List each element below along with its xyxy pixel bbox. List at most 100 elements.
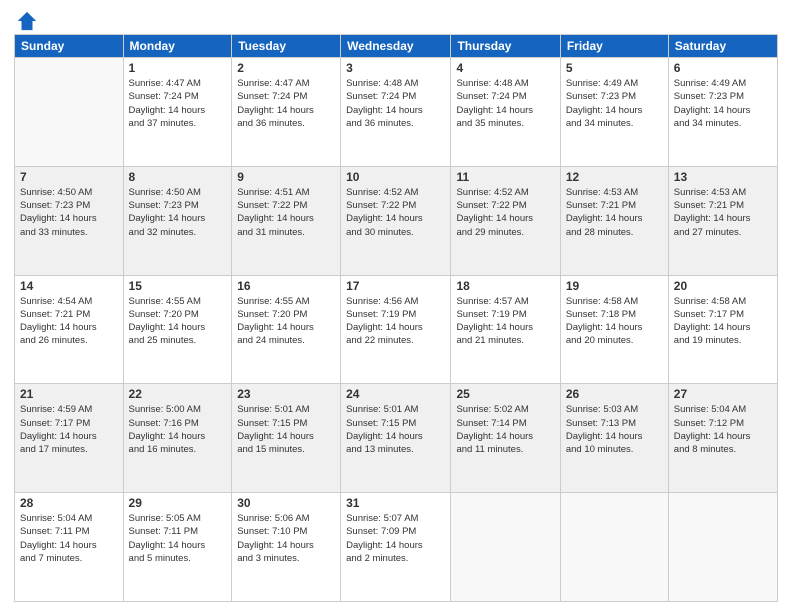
- day-number: 8: [129, 170, 227, 184]
- day-number: 4: [456, 61, 554, 75]
- calendar-cell: 14 Sunrise: 4:54 AM Sunset: 7:21 PM Dayli…: [15, 275, 124, 384]
- weekday-header-sunday: Sunday: [15, 35, 124, 58]
- day-number: 1: [129, 61, 227, 75]
- cell-info-text: Sunrise: 4:53 AM Sunset: 7:21 PM Dayligh…: [566, 186, 663, 239]
- cell-info-text: Sunrise: 4:58 AM Sunset: 7:18 PM Dayligh…: [566, 295, 663, 348]
- cell-info-text: Sunrise: 4:49 AM Sunset: 7:23 PM Dayligh…: [674, 77, 772, 130]
- calendar-cell: 30 Sunrise: 5:06 AM Sunset: 7:10 PM Dayli…: [232, 493, 341, 602]
- calendar-cell: 31 Sunrise: 5:07 AM Sunset: 7:09 PM Dayli…: [341, 493, 451, 602]
- day-number: 11: [456, 170, 554, 184]
- cell-info-text: Sunrise: 4:59 AM Sunset: 7:17 PM Dayligh…: [20, 403, 118, 456]
- cell-info-text: Sunrise: 4:52 AM Sunset: 7:22 PM Dayligh…: [346, 186, 445, 239]
- calendar-cell: 16 Sunrise: 4:55 AM Sunset: 7:20 PM Dayli…: [232, 275, 341, 384]
- cell-info-text: Sunrise: 4:55 AM Sunset: 7:20 PM Dayligh…: [237, 295, 335, 348]
- cell-info-text: Sunrise: 4:47 AM Sunset: 7:24 PM Dayligh…: [237, 77, 335, 130]
- day-number: 25: [456, 387, 554, 401]
- calendar-cell: 17Sunrise: 4:56 AM Sunset: 7:19 PM Dayli…: [341, 275, 451, 384]
- day-number: 20: [674, 279, 772, 293]
- cell-info-text: Sunrise: 5:00 AM Sunset: 7:16 PM Dayligh…: [129, 403, 227, 456]
- day-number: 15: [129, 279, 227, 293]
- calendar-row-1: 7 Sunrise: 4:50 AM Sunset: 7:23 PM Daylig…: [15, 166, 778, 275]
- day-number: 30: [237, 496, 335, 510]
- day-number: 12: [566, 170, 663, 184]
- day-number: 13: [674, 170, 772, 184]
- weekday-header-tuesday: Tuesday: [232, 35, 341, 58]
- day-number: 17: [346, 279, 445, 293]
- calendar-cell: 2Sunrise: 4:47 AM Sunset: 7:24 PM Daylig…: [232, 58, 341, 167]
- cell-info-text: Sunrise: 4:58 AM Sunset: 7:17 PM Dayligh…: [674, 295, 772, 348]
- calendar-cell: 18 Sunrise: 4:57 AM Sunset: 7:19 PM Dayli…: [451, 275, 560, 384]
- calendar-cell: 10 Sunrise: 4:52 AM Sunset: 7:22 PM Dayli…: [341, 166, 451, 275]
- calendar-cell: 7 Sunrise: 4:50 AM Sunset: 7:23 PM Daylig…: [15, 166, 124, 275]
- day-number: 18: [456, 279, 554, 293]
- calendar-cell: 8Sunrise: 4:50 AM Sunset: 7:23 PM Daylig…: [123, 166, 232, 275]
- cell-info-text: Sunrise: 5:03 AM Sunset: 7:13 PM Dayligh…: [566, 403, 663, 456]
- calendar-cell: 5Sunrise: 4:49 AM Sunset: 7:23 PM Daylig…: [560, 58, 668, 167]
- calendar-cell: 24 Sunrise: 5:01 AM Sunset: 7:15 PM Dayli…: [341, 384, 451, 493]
- day-number: 24: [346, 387, 445, 401]
- calendar-cell: 9 Sunrise: 4:51 AM Sunset: 7:22 PM Daylig…: [232, 166, 341, 275]
- cell-info-text: Sunrise: 4:54 AM Sunset: 7:21 PM Dayligh…: [20, 295, 118, 348]
- cell-info-text: Sunrise: 4:51 AM Sunset: 7:22 PM Dayligh…: [237, 186, 335, 239]
- cell-info-text: Sunrise: 5:07 AM Sunset: 7:09 PM Dayligh…: [346, 512, 445, 565]
- calendar-table: SundayMondayTuesdayWednesdayThursdayFrid…: [14, 34, 778, 602]
- day-number: 14: [20, 279, 118, 293]
- calendar-row-2: 14 Sunrise: 4:54 AM Sunset: 7:21 PM Dayli…: [15, 275, 778, 384]
- day-number: 10: [346, 170, 445, 184]
- cell-info-text: Sunrise: 5:01 AM Sunset: 7:15 PM Dayligh…: [346, 403, 445, 456]
- calendar-cell: 19Sunrise: 4:58 AM Sunset: 7:18 PM Dayli…: [560, 275, 668, 384]
- cell-info-text: Sunrise: 4:53 AM Sunset: 7:21 PM Dayligh…: [674, 186, 772, 239]
- cell-info-text: Sunrise: 5:04 AM Sunset: 7:11 PM Dayligh…: [20, 512, 118, 565]
- weekday-header-friday: Friday: [560, 35, 668, 58]
- calendar-cell: 20 Sunrise: 4:58 AM Sunset: 7:17 PM Dayli…: [668, 275, 777, 384]
- weekday-header-thursday: Thursday: [451, 35, 560, 58]
- cell-info-text: Sunrise: 5:01 AM Sunset: 7:15 PM Dayligh…: [237, 403, 335, 456]
- day-number: 5: [566, 61, 663, 75]
- cell-info-text: Sunrise: 5:02 AM Sunset: 7:14 PM Dayligh…: [456, 403, 554, 456]
- cell-info-text: Sunrise: 4:48 AM Sunset: 7:24 PM Dayligh…: [456, 77, 554, 130]
- calendar-row-4: 28 Sunrise: 5:04 AM Sunset: 7:11 PM Dayli…: [15, 493, 778, 602]
- day-number: 31: [346, 496, 445, 510]
- cell-info-text: Sunrise: 4:50 AM Sunset: 7:23 PM Dayligh…: [20, 186, 118, 239]
- calendar-cell: 13 Sunrise: 4:53 AM Sunset: 7:21 PM Dayli…: [668, 166, 777, 275]
- calendar-cell: [15, 58, 124, 167]
- calendar-cell: 4 Sunrise: 4:48 AM Sunset: 7:24 PM Daylig…: [451, 58, 560, 167]
- day-number: 3: [346, 61, 445, 75]
- logo-icon: [16, 10, 38, 32]
- cell-info-text: Sunrise: 4:48 AM Sunset: 7:24 PM Dayligh…: [346, 77, 445, 130]
- weekday-header-row: SundayMondayTuesdayWednesdayThursdayFrid…: [15, 35, 778, 58]
- page: SundayMondayTuesdayWednesdayThursdayFrid…: [0, 0, 792, 612]
- calendar-cell: 6 Sunrise: 4:49 AM Sunset: 7:23 PM Daylig…: [668, 58, 777, 167]
- calendar-cell: 21Sunrise: 4:59 AM Sunset: 7:17 PM Dayli…: [15, 384, 124, 493]
- logo: [14, 10, 38, 28]
- cell-info-text: Sunrise: 5:04 AM Sunset: 7:12 PM Dayligh…: [674, 403, 772, 456]
- calendar-cell: 27 Sunrise: 5:04 AM Sunset: 7:12 PM Dayli…: [668, 384, 777, 493]
- cell-info-text: Sunrise: 5:06 AM Sunset: 7:10 PM Dayligh…: [237, 512, 335, 565]
- cell-info-text: Sunrise: 4:55 AM Sunset: 7:20 PM Dayligh…: [129, 295, 227, 348]
- day-number: 7: [20, 170, 118, 184]
- calendar-cell: 15 Sunrise: 4:55 AM Sunset: 7:20 PM Dayli…: [123, 275, 232, 384]
- calendar-cell: 22 Sunrise: 5:00 AM Sunset: 7:16 PM Dayli…: [123, 384, 232, 493]
- calendar-cell: 29Sunrise: 5:05 AM Sunset: 7:11 PM Dayli…: [123, 493, 232, 602]
- weekday-header-monday: Monday: [123, 35, 232, 58]
- calendar-cell: 23Sunrise: 5:01 AM Sunset: 7:15 PM Dayli…: [232, 384, 341, 493]
- weekday-header-wednesday: Wednesday: [341, 35, 451, 58]
- cell-info-text: Sunrise: 4:47 AM Sunset: 7:24 PM Dayligh…: [129, 77, 227, 130]
- cell-info-text: Sunrise: 4:57 AM Sunset: 7:19 PM Dayligh…: [456, 295, 554, 348]
- calendar-cell: [451, 493, 560, 602]
- day-number: 6: [674, 61, 772, 75]
- day-number: 26: [566, 387, 663, 401]
- day-number: 22: [129, 387, 227, 401]
- day-number: 16: [237, 279, 335, 293]
- calendar-cell: 25 Sunrise: 5:02 AM Sunset: 7:14 PM Dayli…: [451, 384, 560, 493]
- cell-info-text: Sunrise: 5:05 AM Sunset: 7:11 PM Dayligh…: [129, 512, 227, 565]
- calendar-cell: 12 Sunrise: 4:53 AM Sunset: 7:21 PM Dayli…: [560, 166, 668, 275]
- calendar-cell: 3 Sunrise: 4:48 AM Sunset: 7:24 PM Daylig…: [341, 58, 451, 167]
- calendar-row-0: 1 Sunrise: 4:47 AM Sunset: 7:24 PM Daylig…: [15, 58, 778, 167]
- day-number: 28: [20, 496, 118, 510]
- day-number: 9: [237, 170, 335, 184]
- calendar-cell: 11Sunrise: 4:52 AM Sunset: 7:22 PM Dayli…: [451, 166, 560, 275]
- calendar-row-3: 21Sunrise: 4:59 AM Sunset: 7:17 PM Dayli…: [15, 384, 778, 493]
- day-number: 27: [674, 387, 772, 401]
- calendar-cell: 1 Sunrise: 4:47 AM Sunset: 7:24 PM Daylig…: [123, 58, 232, 167]
